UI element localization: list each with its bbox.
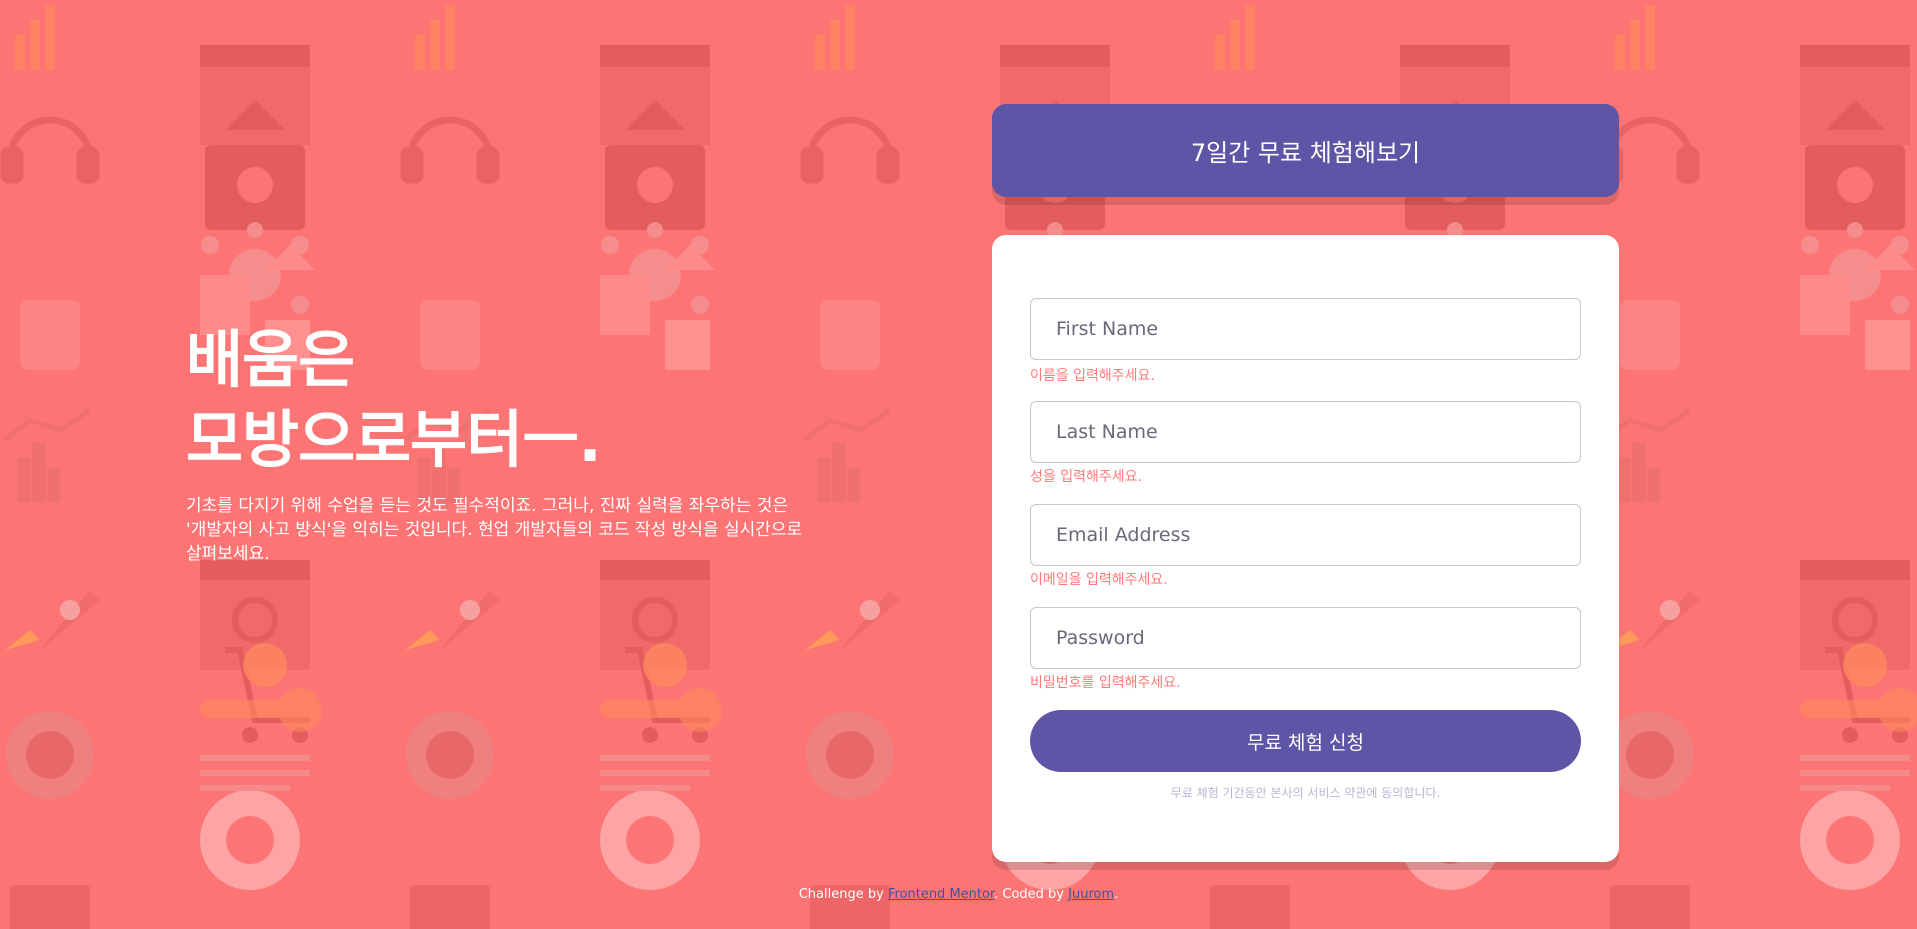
terms-text: 무료 체험 기간동안 본사의 서비스 약관에 동의합니다.: [1170, 786, 1441, 800]
last-name-field[interactable]: [1030, 401, 1581, 463]
signup-form: 이름을 입력해주세요. 성을 입력해주세요. 이메일을 입력해주세요. 비밀번호…: [992, 235, 1619, 862]
author-link[interactable]: Juurom: [1068, 887, 1114, 902]
footer-suffix: .: [1114, 887, 1119, 902]
password-field[interactable]: [1030, 607, 1581, 669]
submit-button[interactable]: 무료 체험 신청: [1030, 710, 1581, 772]
hero-title-line2: 모방으로부터ㅡ.: [186, 403, 602, 476]
hero-title: 배움은 모방으로부터ㅡ.: [186, 320, 806, 480]
email-error: 이메일을 입력해주세요.: [1030, 572, 1168, 588]
email-group: 이메일을 입력해주세요.: [1030, 504, 1581, 589]
last-name-group: 성을 입력해주세요.: [1030, 401, 1581, 486]
trial-banner: 7일간 무료 체험해보기: [992, 104, 1619, 197]
hero-description: 기초를 다지기 위해 수업을 듣는 것도 필수적이죠. 그러나, 진짜 실력을 …: [186, 496, 803, 564]
footer-middle: . Coded by: [994, 887, 1069, 902]
first-name-field[interactable]: [1030, 298, 1581, 360]
frontend-mentor-link[interactable]: Frontend Mentor: [888, 887, 994, 902]
footer-prefix: Challenge by: [798, 887, 888, 902]
hero-section: 배움은 모방으로부터ㅡ. 기초를 다지기 위해 수업을 듣는 것도 필수적이죠.…: [186, 320, 806, 566]
email-field[interactable]: [1030, 504, 1581, 566]
footer: Challenge by Frontend Mentor. Coded by J…: [0, 887, 1917, 902]
first-name-error: 이름을 입력해주세요.: [1030, 368, 1155, 384]
password-error: 비밀번호를 입력해주세요.: [1030, 675, 1181, 691]
last-name-error: 성을 입력해주세요.: [1030, 469, 1142, 485]
first-name-group: 이름을 입력해주세요.: [1030, 298, 1581, 385]
hero-title-line1: 배움은: [186, 323, 355, 396]
trial-banner-text: 7일간 무료 체험해보기: [1190, 139, 1421, 167]
password-group: 비밀번호를 입력해주세요.: [1030, 607, 1581, 692]
